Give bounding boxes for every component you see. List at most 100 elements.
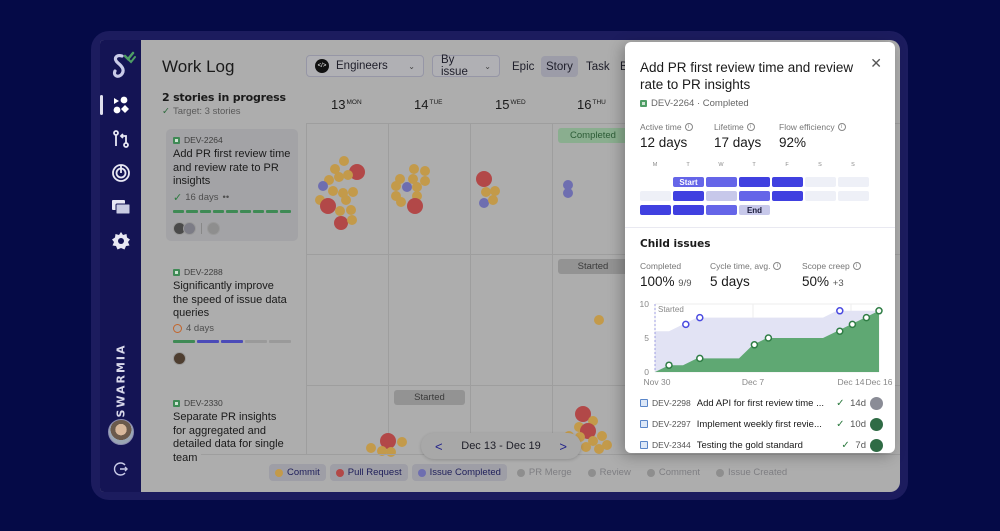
completed-point <box>848 320 857 329</box>
commit-dot[interactable] <box>409 164 419 174</box>
legend-review[interactable]: Review <box>582 464 637 481</box>
in-progress-icon <box>173 323 182 333</box>
child-issue-duration: ✓ 10d <box>836 418 866 430</box>
legend-comment[interactable]: Comment <box>641 464 706 481</box>
commit-dot[interactable] <box>366 443 376 453</box>
legend-commit[interactable]: Commit <box>269 464 326 481</box>
pull-request-dot[interactable] <box>320 198 336 214</box>
commit-dot[interactable] <box>581 442 591 452</box>
issue-completed-dot[interactable] <box>318 181 328 191</box>
metric-completed: Completed 100% 9/9 <box>640 261 692 289</box>
commit-dot[interactable] <box>339 156 349 166</box>
info-icon[interactable]: i <box>684 123 693 131</box>
calendar-day <box>739 177 770 187</box>
avatar[interactable] <box>183 221 196 235</box>
completed-marker: Completed <box>558 128 628 143</box>
commit-dot[interactable] <box>328 186 338 196</box>
shapes-icon[interactable] <box>110 94 132 116</box>
commit-dot[interactable] <box>488 195 498 205</box>
story-icon <box>173 399 180 407</box>
grid-line <box>552 124 553 455</box>
avatar[interactable] <box>207 221 220 235</box>
completed-point <box>836 327 844 335</box>
commit-dot[interactable] <box>397 437 407 447</box>
legend-dot <box>516 468 525 477</box>
tab-task[interactable]: Task <box>581 56 615 77</box>
story-progress <box>173 209 291 213</box>
legend-pr-merge[interactable]: PR Merge <box>511 464 578 481</box>
calendar-weekday: T <box>686 162 690 168</box>
pull-request-dot[interactable] <box>476 171 492 187</box>
metric-lifetime: Lifetime i 17 days <box>714 122 762 150</box>
child-issue-duration: ✓ 14d <box>836 397 866 409</box>
user-avatar[interactable] <box>108 419 134 445</box>
commit-dot[interactable] <box>391 181 401 191</box>
story-key: DEV-2330 <box>173 398 291 408</box>
commit-dot[interactable] <box>343 170 353 180</box>
calendar-weekday: W <box>718 162 724 168</box>
task-icon <box>640 441 648 449</box>
calendar-day <box>772 191 803 201</box>
previous-week-button[interactable]: < <box>435 439 443 454</box>
info-icon[interactable]: i <box>837 123 846 131</box>
avatar[interactable] <box>870 396 883 410</box>
completed-point <box>764 334 773 342</box>
child-issue-row[interactable]: DEV-2297 Implement weekly first revie...… <box>640 416 883 432</box>
pull-request-dot[interactable] <box>407 198 423 214</box>
grid-line <box>388 124 389 455</box>
child-issue-row[interactable]: DEV-2344 Testing the gold standard ✓ 7d <box>640 437 883 453</box>
commit-dot[interactable] <box>396 197 406 207</box>
pull-request-icon[interactable] <box>110 128 132 150</box>
info-icon[interactable]: i <box>773 262 782 270</box>
commit-dot[interactable] <box>594 315 604 325</box>
gear-icon[interactable] <box>110 230 132 252</box>
avatar[interactable] <box>173 351 186 365</box>
commit-dot[interactable] <box>420 166 430 176</box>
chevron-down-icon: ⌄ <box>484 61 491 71</box>
commit-dot[interactable] <box>594 444 604 454</box>
story-card[interactable]: DEV-2264 Add PR first review time and re… <box>166 129 298 241</box>
tab-epic[interactable]: Epic <box>507 56 539 77</box>
avatar[interactable] <box>870 417 883 431</box>
issue-completed-dot[interactable] <box>402 182 412 192</box>
story-progress <box>173 339 291 343</box>
legend-issue-completed[interactable]: Issue Completed <box>411 464 507 481</box>
legend-label: Pull Request <box>347 467 402 478</box>
commit-dot[interactable] <box>335 206 345 216</box>
child-issue-row[interactable]: DEV-2298 Add API for first review time .… <box>640 395 883 411</box>
story-card[interactable]: DEV-2330 Separate PR insights for aggreg… <box>166 392 298 471</box>
check-icon: ✓ <box>841 439 850 451</box>
story-title: Add PR first review time and review rate… <box>173 148 291 187</box>
task-icon <box>640 420 648 428</box>
tab-story[interactable]: Story <box>541 56 578 77</box>
issue-completed-dot[interactable] <box>563 188 573 198</box>
story-icon <box>640 100 647 107</box>
legend-issue-created[interactable]: Issue Created <box>710 464 793 481</box>
commit-dot[interactable] <box>347 215 357 225</box>
story-icon <box>173 136 180 144</box>
calendar-weekday: S <box>818 162 822 168</box>
commit-dot[interactable] <box>346 205 356 215</box>
next-week-button[interactable]: > <box>559 439 567 454</box>
commit-dot[interactable] <box>341 195 351 205</box>
close-icon[interactable]: ✕ <box>870 55 882 72</box>
pull-request-dot[interactable] <box>334 216 348 230</box>
commit-dot[interactable] <box>386 447 396 457</box>
logout-icon[interactable] <box>112 460 130 478</box>
group-by-selector[interactable]: By issue ⌄ <box>432 54 500 78</box>
completed-point <box>696 354 704 363</box>
stack-icon[interactable] <box>110 196 132 218</box>
avatar[interactable] <box>870 438 883 452</box>
legend-pull-request[interactable]: Pull Request <box>329 464 408 481</box>
started-marker: Started <box>394 390 465 405</box>
metric-active-time: Active time i 12 days <box>640 122 693 150</box>
team-selector[interactable]: </> Engineers ⌄ <box>306 55 424 77</box>
calendar-day <box>805 177 836 187</box>
radar-icon[interactable] <box>110 162 132 184</box>
started-marker: Started <box>558 259 628 274</box>
story-card[interactable]: DEV-2288 Significantly improve the speed… <box>166 261 298 371</box>
info-icon[interactable]: i <box>852 262 861 270</box>
info-icon[interactable]: i <box>746 123 755 131</box>
day-header: 15WED <box>495 97 526 112</box>
swarmia-logo-icon[interactable] <box>108 50 136 82</box>
